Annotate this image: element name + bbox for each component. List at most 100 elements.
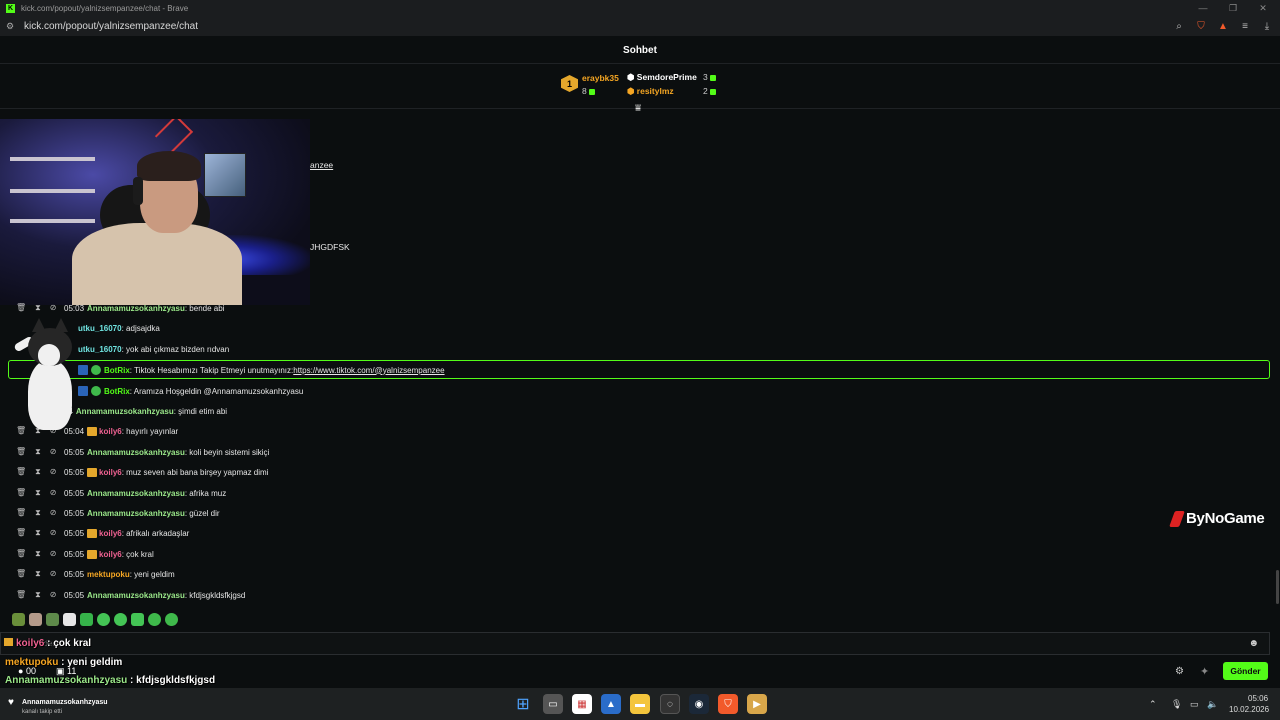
mod-actions[interactable]: 🗑 ⧗ ⊘ (16, 590, 64, 600)
heart-icon: ♥ (8, 697, 14, 708)
message-username[interactable]: Annamamuzsokanhzyasu (87, 304, 185, 313)
chat-message: 🗑 ⧗ ⊘ 05:05 mektupoku : yeni geldim (0, 564, 1280, 584)
leader-third[interactable]: ⬢ resitylmz (627, 86, 674, 97)
menu-icon[interactable]: ≡ (1238, 19, 1252, 33)
ban-icon: ⊘ (49, 508, 57, 517)
url-text[interactable]: kick.com/popout/yalnizsempanzee/chat (24, 21, 198, 32)
emote-icon[interactable] (97, 613, 110, 626)
site-settings-icon[interactable]: ⚙ (6, 21, 16, 32)
emote-icon[interactable] (46, 613, 59, 626)
overlay-chat-line: Annamamuzsokanhzyasu : kfdjsgkldsfkjgsd (5, 675, 215, 686)
ban-icon: ⊘ (49, 488, 57, 497)
chat-message: 🗑 ⧗ ⊘ 05:05 Annamamuzsokanhzyasu : kfdjsgk… (0, 585, 1280, 605)
volume-icon[interactable]: 🔈 (1207, 699, 1218, 710)
network-icon[interactable]: ▭ (1190, 699, 1199, 710)
message-time: 05:05 (64, 549, 85, 559)
file-explorer-icon[interactable]: ▬ (630, 694, 650, 714)
crown-badge-icon (87, 467, 98, 477)
address-bar[interactable]: ⚙ kick.com/popout/yalnizsempanzee/chat ⌕… (0, 16, 1280, 37)
message-username[interactable]: koily6 (99, 468, 122, 477)
minimize-icon[interactable]: — (1192, 0, 1214, 16)
overlay-username: koily6 (16, 638, 45, 649)
leader-first-count: 8 (582, 86, 595, 96)
message-username[interactable]: koily6 (99, 550, 122, 559)
browser-icon[interactable]: ◌ (660, 694, 680, 714)
overlay-chat-line: koily6 : çok kral (16, 638, 91, 649)
message-username[interactable]: Annamamuzsokanhzyasu (87, 509, 185, 518)
timeout-icon: ⧗ (35, 508, 41, 517)
windows-start-icon[interactable]: ⊞ (513, 694, 533, 714)
message-username[interactable]: Annamamuzsokanhzyasu (87, 591, 185, 600)
timeout-icon: ⧗ (35, 467, 41, 476)
clock-time[interactable]: 05:06 (1248, 694, 1268, 703)
brave-rewards-icon[interactable]: ▲ (1216, 19, 1230, 33)
steam-icon[interactable]: ◉ (689, 694, 709, 714)
mod-actions[interactable]: 🗑 ⧗ ⊘ (16, 488, 64, 498)
tray-chevron-icon[interactable]: ⌃ (1149, 699, 1157, 710)
close-icon[interactable]: ✕ (1252, 0, 1274, 16)
settings-gear-icon[interactable]: ⚙ (1175, 666, 1184, 677)
cat-animation-overlay (13, 316, 80, 436)
delete-icon: 🗑 (16, 508, 27, 517)
mod-actions[interactable]: 🗑 ⧗ ⊘ (16, 528, 64, 538)
timeout-icon: ⧗ (35, 569, 41, 578)
brave-shield-icon[interactable]: ⛉ (1194, 19, 1208, 33)
pinned-messages-icon[interactable]: ⩸ (635, 103, 641, 114)
message-username[interactable]: BotRix (104, 387, 130, 396)
emoji-icon[interactable]: ☻ (1248, 638, 1259, 649)
download-icon[interactable]: ⤓ (1260, 19, 1274, 33)
message-username[interactable]: koily6 (99, 427, 122, 436)
emote-icon[interactable] (131, 613, 144, 626)
message-username[interactable]: Annamamuzsokanhzyasu (87, 448, 185, 457)
delete-icon: 🗑 (16, 549, 27, 558)
message-username[interactable]: Annamamuzsokanhzyasu (87, 489, 185, 498)
emote-bar[interactable] (12, 613, 178, 627)
send-button[interactable]: Gönder (1223, 662, 1268, 680)
zoom-icon[interactable]: ⌕ (1172, 19, 1186, 33)
emote-icon[interactable] (29, 613, 42, 626)
chat-scrollbar[interactable] (1276, 570, 1279, 604)
photos-icon[interactable]: ▲ (601, 694, 621, 714)
message-username[interactable]: Annamamuzsokanhzyasu (76, 407, 174, 416)
mod-actions[interactable]: 🗑 ⧗ ⊘ (16, 467, 64, 477)
leader-second[interactable]: ⬢ SemdorePrime (627, 72, 697, 83)
message-text: : afrikalı arkadaşlar (121, 528, 190, 538)
partial-link-text[interactable]: anzee (310, 160, 333, 170)
leader-second-name[interactable]: SemdorePrime (637, 72, 697, 82)
leader-third-name[interactable]: resitylmz (637, 86, 674, 96)
message-username[interactable]: utku_16070 (78, 345, 122, 354)
message-username[interactable]: mektupoku (87, 570, 130, 579)
mod-actions[interactable]: 🗑 ⧗ ⊘ (16, 569, 64, 579)
emote-icon[interactable] (80, 613, 93, 626)
follower-count: ▣ 11 (56, 666, 77, 676)
message-username[interactable]: utku_16070 (78, 324, 122, 333)
message-username[interactable]: koily6 (99, 529, 122, 538)
clock-date[interactable]: 10.02.2026 (1229, 705, 1269, 714)
crown-badge-icon (87, 426, 98, 436)
media-player-icon[interactable]: ▶ (747, 694, 767, 714)
emote-icon[interactable] (114, 613, 127, 626)
delete-icon: 🗑 (16, 528, 27, 537)
emote-icon[interactable] (165, 613, 178, 626)
task-view-icon[interactable]: ▭ (543, 694, 563, 714)
emote-icon[interactable] (148, 613, 161, 626)
mod-actions[interactable]: 🗑 ⧗ ⊘ (16, 549, 64, 559)
tiktok-link[interactable]: https://www.tiktok.com/@yalnizsempanzee (293, 366, 444, 375)
timeout-icon: ⧗ (35, 303, 41, 312)
emote-icon[interactable] (63, 613, 76, 626)
leader-first-name[interactable]: eraybk35 (582, 73, 619, 83)
brave-icon[interactable]: ⛉ (718, 694, 738, 714)
chat-message: BotRix : Tiktok Hesabımızı Takip Etmeyi … (0, 360, 1280, 380)
microphone-icon[interactable]: 🎙 (1171, 699, 1182, 710)
mod-actions[interactable]: 🗑 ⧗ ⊘ (16, 303, 64, 313)
follow-text: kanalı takip etti (22, 709, 63, 715)
gift-points-icon[interactable]: ✦ (1200, 665, 1209, 678)
task-manager-icon[interactable]: ▦ (572, 694, 592, 714)
ban-icon: ⊘ (49, 467, 57, 476)
emote-icon[interactable] (12, 613, 25, 626)
chat-input[interactable]: nderin ☻ (0, 632, 1270, 655)
message-username[interactable]: BotRix (104, 366, 130, 375)
mod-actions[interactable]: 🗑 ⧗ ⊘ (16, 508, 64, 518)
restore-icon[interactable]: ❐ (1222, 0, 1244, 16)
mod-actions[interactable]: 🗑 ⧗ ⊘ (16, 447, 64, 457)
